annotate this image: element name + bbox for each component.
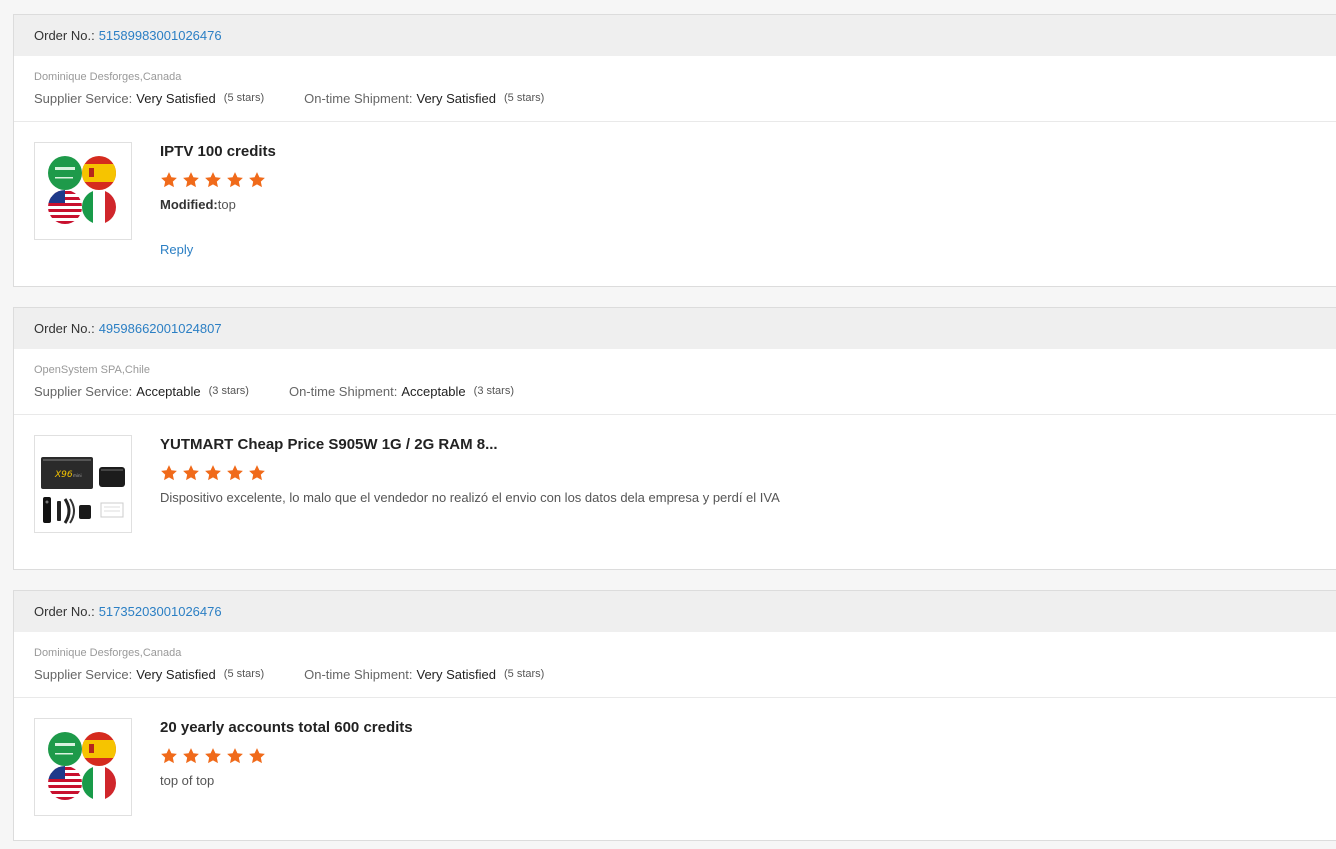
order-number-label: Order No.:	[34, 321, 95, 336]
product-thumbnail[interactable]	[34, 142, 132, 240]
supplier-service-stars: (3 stars)	[208, 385, 249, 397]
star-icon	[227, 748, 243, 764]
star-icon	[249, 465, 265, 481]
order-header: Order No.: 49598662001024807	[14, 308, 1336, 349]
flags-icon	[48, 156, 116, 224]
buyer-name: Dominique Desforges,Canada	[34, 71, 182, 83]
svg-text:mini: mini	[73, 473, 82, 478]
ontime-shipment-value: Acceptable	[401, 383, 466, 399]
order-header: Order No.: 51735203001026476	[14, 591, 1336, 632]
order-number-link[interactable]: 49598662001024807	[99, 321, 222, 336]
ontime-shipment-value: Very Satisfied	[416, 90, 497, 106]
supplier-service-label: Supplier Service:	[34, 383, 133, 399]
service-ratings: Supplier Service: Very Satisfied (5 star…	[14, 660, 1336, 688]
supplier-service-rating: Supplier Service: Acceptable (3 stars)	[34, 384, 249, 399]
product-thumbnail[interactable]	[34, 718, 132, 816]
supplier-service-rating: Supplier Service: Very Satisfied (5 star…	[34, 667, 264, 682]
review-body: top	[217, 197, 236, 212]
star-icon	[205, 172, 221, 188]
supplier-service-value: Acceptable	[136, 383, 201, 399]
product-title[interactable]: IPTV 100 credits	[160, 142, 805, 162]
service-ratings: Supplier Service: Very Satisfied (5 star…	[14, 84, 1336, 112]
service-ratings: Supplier Service: Acceptable (3 stars) O…	[14, 377, 1336, 405]
star-icon	[183, 465, 199, 481]
star-icon	[227, 465, 243, 481]
star-icon	[249, 172, 265, 188]
order-number-link[interactable]: 51735203001026476	[99, 604, 222, 619]
supplier-service-value: Very Satisfied	[136, 90, 216, 106]
svg-text:X96: X96	[54, 470, 73, 480]
order-number-label: Order No.:	[34, 28, 95, 43]
supplier-service-rating: Supplier Service: Very Satisfied (5 star…	[34, 91, 264, 106]
ontime-shipment-value: Very Satisfied	[416, 666, 497, 682]
star-icon	[227, 172, 243, 188]
product-info: YUTMART Cheap Price S905W 1G / 2G RAM 8.…	[160, 435, 805, 533]
supplier-service-label: Supplier Service:	[34, 90, 133, 106]
product-item: X96 mini YUTMART Cheap Price S905W 1G / …	[14, 415, 1336, 533]
review-card: Order No.: 51589983001026476 Dominique D…	[13, 14, 1336, 287]
tv-box-icon: X96 mini	[41, 457, 125, 524]
ontime-shipment-stars: (5 stars)	[504, 668, 545, 680]
review-text: top of top	[160, 773, 215, 788]
star-rating	[160, 171, 805, 189]
supplier-service-stars: (5 stars)	[223, 92, 265, 104]
ontime-shipment-stars: (5 stars)	[504, 92, 545, 104]
product-title[interactable]: YUTMART Cheap Price S905W 1G / 2G RAM 8.…	[160, 435, 805, 455]
product-item: IPTV 100 credits Modified:top Reply	[14, 122, 1336, 257]
review-text: Dispositivo excelente, lo malo que el ve…	[160, 490, 780, 505]
supplier-service-label: Supplier Service:	[34, 666, 133, 682]
order-number-link[interactable]: 51589983001026476	[99, 28, 222, 43]
ontime-shipment-rating: On-time Shipment: Very Satisfied (5 star…	[304, 91, 544, 106]
buyer-name: Dominique Desforges,Canada	[34, 647, 182, 659]
ontime-shipment-rating: On-time Shipment: Very Satisfied (5 star…	[304, 667, 544, 682]
ontime-shipment-label: On-time Shipment:	[304, 666, 413, 682]
star-icon	[205, 748, 221, 764]
star-icon	[183, 748, 199, 764]
review-modified-label: Modified:	[160, 197, 218, 212]
ontime-shipment-stars: (3 stars)	[473, 385, 514, 397]
star-icon	[205, 465, 221, 481]
ontime-shipment-label: On-time Shipment:	[304, 90, 413, 106]
product-info: IPTV 100 credits Modified:top Reply	[160, 142, 805, 257]
reply-link[interactable]: Reply	[160, 242, 805, 257]
star-rating	[160, 464, 805, 482]
review-text: Modified:top	[160, 196, 805, 214]
supplier-service-stars: (5 stars)	[223, 668, 265, 680]
ontime-shipment-rating: On-time Shipment: Acceptable (3 stars)	[289, 384, 514, 399]
product-title[interactable]: 20 yearly accounts total 600 credits	[160, 718, 805, 738]
star-rating	[160, 747, 805, 765]
star-icon	[183, 172, 199, 188]
product-info: 20 yearly accounts total 600 credits top…	[160, 718, 805, 816]
product-thumbnail[interactable]: X96 mini	[34, 435, 132, 533]
star-icon	[161, 172, 177, 188]
supplier-service-value: Very Satisfied	[136, 666, 216, 682]
star-icon	[161, 748, 177, 764]
star-icon	[161, 465, 177, 481]
review-card: Order No.: 49598662001024807 OpenSystem …	[13, 307, 1336, 570]
star-icon	[249, 748, 265, 764]
order-number-label: Order No.:	[34, 604, 95, 619]
product-item: 20 yearly accounts total 600 credits top…	[14, 698, 1336, 816]
review-card: Order No.: 51735203001026476 Dominique D…	[13, 590, 1336, 841]
flags-icon	[48, 732, 116, 800]
ontime-shipment-label: On-time Shipment:	[288, 383, 398, 399]
buyer-name: OpenSystem SPA,Chile	[34, 364, 150, 376]
order-header: Order No.: 51589983001026476	[14, 15, 1336, 56]
